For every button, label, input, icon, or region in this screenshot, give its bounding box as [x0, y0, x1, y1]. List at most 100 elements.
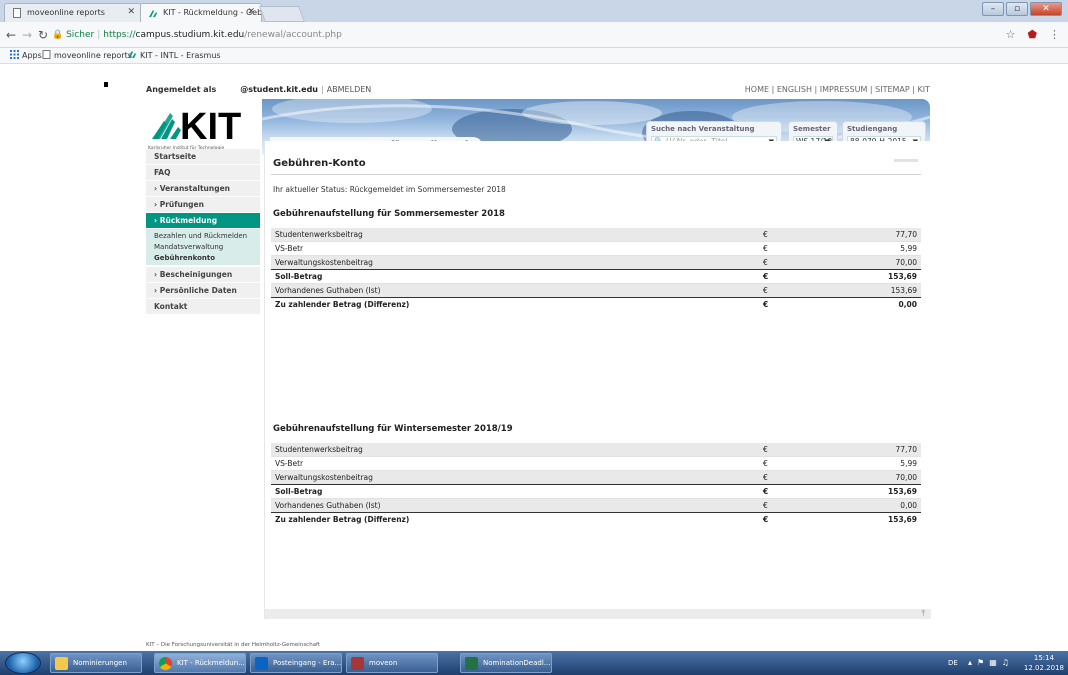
fee-label: Studentenwerksbeitrag [275, 445, 363, 454]
forward-icon[interactable]: → [20, 27, 34, 43]
taskbar-item-chrome[interactable]: KIT - Rückmeldun... [154, 653, 246, 673]
extension-shield-icon[interactable]: ⬟ [1027, 27, 1037, 43]
minimize-icon[interactable]: – [982, 2, 1004, 16]
content-footer-bar: ⤒ [265, 609, 931, 619]
sidebar-item-veranstaltungen[interactable]: › Veranstaltungen [146, 181, 260, 197]
start-button[interactable] [5, 652, 41, 674]
volume-icon[interactable]: ♫ [1002, 658, 1014, 667]
maximize-icon[interactable]: ▫ [1006, 2, 1028, 16]
currency-symbol: € [763, 515, 769, 524]
page-icon [13, 8, 21, 18]
sidebar-item-bescheinigungen[interactable]: › Bescheinigungen [146, 267, 260, 283]
fee-amount: 70,00 [895, 473, 917, 482]
close-icon[interactable]: ✕ [127, 4, 135, 21]
logout-link[interactable]: ABMELDEN [327, 85, 372, 94]
fee-amount: 70,00 [895, 258, 917, 267]
sidebar-item-pruefungen[interactable]: › Prüfungen [146, 197, 260, 213]
fee-label: Vorhandenes Guthaben (Ist) [275, 501, 381, 510]
program-label: Studiengang [847, 125, 898, 133]
secure-label: Sicher [66, 30, 95, 40]
flag-icon[interactable]: ⚑ [977, 658, 989, 667]
bookmark-kit-intl[interactable]: KIT - INTL - Erasmus [128, 48, 221, 63]
tab-kit-rueckmeldung[interactable]: KIT - Rückmeldung - Geb ✕ [140, 3, 262, 22]
currency-symbol: € [763, 459, 768, 468]
tray-icons[interactable]: ▴⚑▦♫ [968, 658, 1014, 667]
main-content: Gebühren-Konto Ihr aktueller Status: Rüc… [264, 141, 931, 619]
menu-icon[interactable]: ⋮ [1049, 27, 1060, 43]
show-hidden-icon[interactable]: ▴ [968, 658, 977, 667]
sidebar-item-kontakt[interactable]: Kontakt [146, 299, 260, 315]
web-page: Angemeldet als @student.kit.edu | ABMELDEN … [0, 65, 1068, 650]
url-host: campus.studium.kit.edu [135, 30, 245, 40]
table-row: Zu zahlender Betrag (Differenz) € 153,69 [271, 513, 921, 527]
table-row: Zu zahlender Betrag (Differenz) € 0,00 [271, 298, 921, 312]
clock[interactable]: 15:14 12.02.2018 [1024, 653, 1064, 673]
meta-links[interactable]: HOME | ENGLISH | IMPRESSUM | SITEMAP | K… [745, 84, 930, 96]
sidebar-subitem-mandatsverwaltung[interactable]: Mandatsverwaltung [146, 242, 260, 252]
window-close-icon[interactable]: ✕ [1030, 2, 1062, 16]
scroll-to-top-icon[interactable]: ⤒ [921, 609, 925, 619]
table-row: Verwaltungskostenbeitrag € 70,00 [271, 471, 921, 485]
sidebar-subitem-bezahlen[interactable]: Bezahlen und Rückmelden [146, 231, 260, 241]
bookmark-label: KIT - INTL - Erasmus [140, 51, 221, 60]
fee-label: Studentenwerksbeitrag [275, 230, 363, 239]
kit-logo: KIT [152, 107, 241, 141]
logged-in-label: Angemeldet als [146, 85, 217, 94]
bookmark-apps[interactable]: Apps [10, 48, 42, 63]
bookmark-label: moveonline reports [54, 51, 132, 60]
mouse-cursor-icon [104, 82, 108, 87]
fee-amount: 153,69 [888, 272, 917, 281]
tab-moveonline-reports[interactable]: moveonline reports ✕ [4, 3, 142, 22]
bookmark-label: Apps [22, 51, 42, 60]
kit-logo-area[interactable]: KIT Karlsruher Institut für Technologie [146, 99, 260, 155]
username: @student.kit.edu [240, 85, 318, 94]
fee-amount: 153,69 [890, 286, 917, 295]
fee-label: Zu zahlender Betrag (Differenz) [275, 515, 410, 524]
fee-amount: 5,99 [900, 244, 917, 253]
table-row: Soll-Betrag € 153,69 [271, 485, 921, 499]
fee-label: Verwaltungskostenbeitrag [275, 258, 373, 267]
sidebar-item-startseite[interactable]: Startseite [146, 149, 260, 165]
lock-icon: 🔒 [52, 30, 64, 40]
top-utility-bar: Angemeldet als @student.kit.edu | ABMELDEN … [146, 84, 930, 96]
sidebar-item-faq[interactable]: FAQ [146, 165, 260, 181]
taskbar-item-access[interactable]: moveon [346, 653, 438, 673]
currency-symbol: € [763, 501, 768, 510]
content-corner-decoration [894, 159, 918, 162]
sidebar-item-rueckmeldung[interactable]: › Rückmeldung [146, 213, 260, 229]
currency-symbol: € [763, 473, 768, 482]
sidebar-nav: Startseite FAQ › Veranstaltungen › Prüfu… [146, 149, 260, 619]
star-icon[interactable]: ☆ [1006, 27, 1016, 43]
fee-label: VS-Betr [275, 459, 304, 468]
language-indicator[interactable]: DE [948, 659, 958, 667]
table-row: Vorhandenes Guthaben (Ist) € 153,69 [271, 284, 921, 298]
fee-amount: 0,00 [900, 501, 917, 510]
bookmark-moveonline[interactable]: moveonline reports [42, 48, 132, 63]
semester-label: Semester [793, 125, 831, 133]
back-icon[interactable]: ← [4, 27, 18, 43]
page-icon [42, 50, 51, 59]
taskbar-item-nominierungen[interactable]: Nominierungen [50, 653, 142, 673]
fee-amount: 5,99 [900, 459, 917, 468]
new-tab-button[interactable] [259, 6, 305, 22]
taskbar-item-outlook[interactable]: Posteingang - Era... [250, 653, 342, 673]
clock-time: 15:14 [1033, 654, 1055, 662]
currency-symbol: € [763, 230, 768, 239]
url-path: /renewal/account.php [244, 30, 342, 40]
url-field[interactable]: 🔒 Sicher | https://campus.studium.kit.edu/… [52, 27, 342, 43]
bookmarks-bar: Apps moveonline reports KIT - INTL - Era… [0, 48, 1068, 64]
sidebar-subitem-gebuehrenkonto[interactable]: Gebührenkonto [146, 253, 260, 263]
status-text: Ihr aktueller Status: Rückgemeldet im So… [273, 185, 506, 194]
fee-amount: 153,69 [888, 515, 917, 524]
taskbar-item-excel[interactable]: NominationDeadl... [460, 653, 552, 673]
clock-date: 12.02.2018 [1023, 664, 1064, 672]
section-title-wintersemester: Gebührenaufstellung für Wintersemester 2… [273, 424, 513, 434]
window-controls: – ▫ ✕ [982, 2, 1062, 16]
currency-symbol: € [763, 487, 769, 496]
sidebar-item-persoenliche-daten[interactable]: › Persönliche Daten [146, 283, 260, 299]
reload-icon[interactable]: ↻ [36, 27, 50, 43]
network-icon[interactable]: ▦ [989, 658, 1002, 667]
currency-symbol: € [763, 258, 768, 267]
close-icon[interactable]: ✕ [247, 4, 255, 21]
table-row: Studentenwerksbeitrag € 77,70 [271, 443, 921, 457]
